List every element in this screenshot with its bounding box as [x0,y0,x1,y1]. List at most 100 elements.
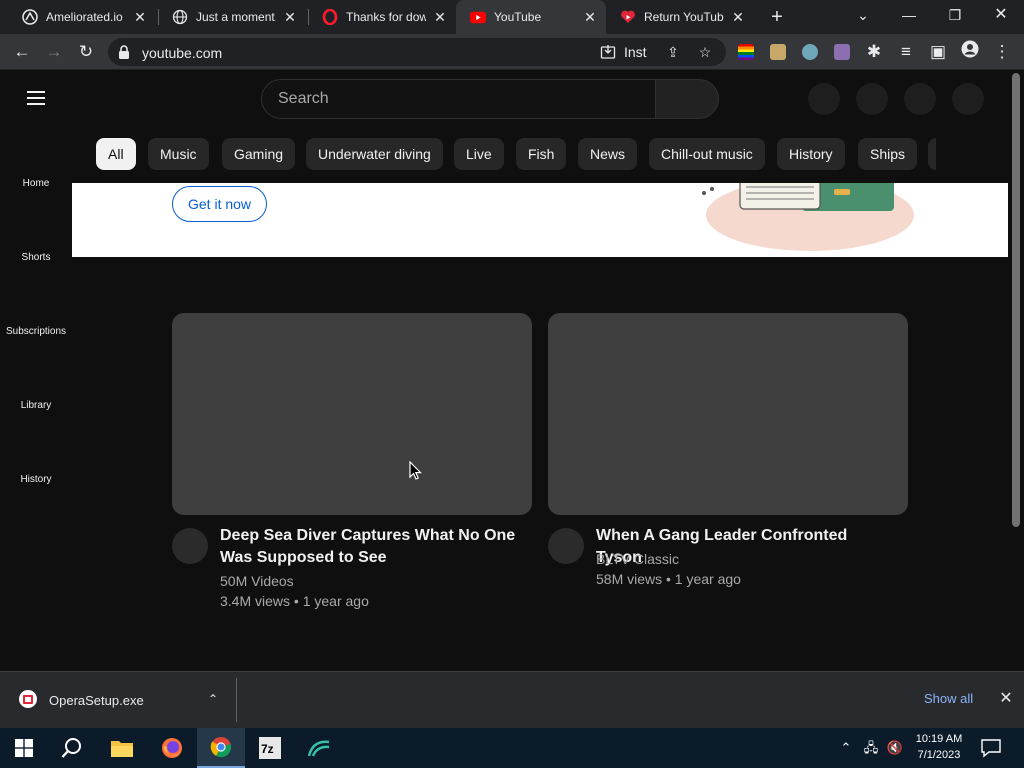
close-tab-icon[interactable]: ✕ [582,9,598,25]
channel-name[interactable]: 50M Videos [220,571,294,591]
search-button[interactable] [655,79,719,119]
cat-extension-icon[interactable] [802,44,818,60]
windows-logo-icon [15,739,33,757]
folder-icon [111,741,133,757]
tab-title: Just a moment... [196,10,276,24]
volume-muted-icon[interactable]: 🔇 [884,728,906,768]
account-avatar[interactable] [952,83,984,115]
chip-history[interactable]: History [777,138,845,170]
network-icon[interactable]: 🖧 [860,728,882,768]
close-shelf-icon[interactable]: ✕ [996,688,1016,710]
close-tab-icon[interactable]: ✕ [432,9,448,25]
chip-news[interactable]: News [578,138,638,170]
guide-menu-icon[interactable] [27,91,45,105]
page-scrollbar[interactable] [1012,73,1020,527]
video-title[interactable]: Deep Sea Diver Captures What No One Was … [220,525,520,569]
app-button[interactable] [295,728,343,768]
promo-banner: Get it now [72,183,1008,257]
extensions-puzzle-icon[interactable]: ✱ [862,40,886,64]
bookmark-star-icon[interactable]: ☆ [696,43,714,61]
opera-icon [322,9,338,25]
reload-button[interactable]: ↻ [74,40,98,64]
return-youtube-icon [620,9,636,25]
channel-avatar[interactable] [548,528,584,564]
search-input[interactable] [278,90,638,108]
chip-bar: All Music Gaming Underwater diving Live … [96,138,936,170]
nav-shorts[interactable]: Shorts [0,252,72,263]
profile-icon[interactable] [958,40,982,64]
new-tab-button[interactable]: + [766,6,788,28]
chip-fish[interactable]: Fish [516,138,567,170]
pride-extension-icon[interactable] [738,44,754,60]
tab-return-youtube[interactable]: Return YouTube ✕ [606,0,754,34]
address-bar[interactable]: youtube.com Inst ⇪ ☆ [108,38,726,66]
7zip-button[interactable]: 7z [246,728,294,768]
close-tab-icon[interactable]: ✕ [282,9,298,25]
chip-underwater-diving[interactable]: Underwater diving [306,138,443,170]
show-hidden-icons-chevron-icon[interactable]: ⌃ [836,728,856,768]
nav-history[interactable]: History [0,474,72,485]
doge-extension-icon[interactable] [770,44,786,60]
nav-subscriptions[interactable]: Subscriptions [0,326,72,337]
tab-ameliorated[interactable]: Ameliorated.io ✕ [8,0,156,34]
windows-taskbar: 7z ⌃ 🖧 🔇 10:19 AM 7/1/2023 [0,728,1024,768]
back-button[interactable]: ← [10,40,34,64]
chip-gaming[interactable]: Gaming [222,138,296,170]
svg-text:7z: 7z [261,742,274,756]
side-panel-icon[interactable]: ▣ [926,40,950,64]
search-icon [61,738,81,758]
install-app-button[interactable]: Inst [600,43,662,61]
chip-live[interactable]: Live [454,138,504,170]
search-box[interactable] [261,79,656,119]
search-taskbar-button[interactable] [48,728,96,768]
firefox-button[interactable] [148,728,196,768]
tab-strip: Ameliorated.io ✕ Just a moment... ✕ Than… [0,0,1024,34]
start-button[interactable] [0,728,48,768]
apps-button[interactable] [856,83,888,115]
extension-icon[interactable] [834,44,850,60]
chip-chill-out-music[interactable]: Chill-out music [649,138,765,170]
action-center-icon[interactable] [980,738,1002,758]
tab-thanks-for-downloading[interactable]: Thanks for downloading ✕ [308,0,456,34]
file-explorer-button[interactable] [98,728,146,768]
forward-button[interactable]: → [42,40,66,64]
close-window-button[interactable]: ✕ [978,0,1024,30]
video-thumbnail[interactable] [172,313,532,515]
chip-ships[interactable]: Ships [858,138,918,170]
share-icon[interactable]: ⇪ [664,43,682,61]
minimize-button[interactable]: — [886,0,932,30]
mouse-cursor-icon [409,461,422,480]
media-control-icon[interactable]: ≡ [894,40,918,64]
create-button[interactable] [808,83,840,115]
clock-date: 7/1/2023 [917,749,961,761]
restore-button[interactable]: ❐ [932,0,978,30]
channel-avatar[interactable] [172,528,208,564]
close-tab-icon[interactable]: ✕ [730,9,746,25]
chrome-button[interactable] [197,728,245,768]
tab-title: YouTube [494,10,542,24]
channel-name[interactable]: BLTV Classic [596,549,679,569]
video-metadata: 58M views • 1 year ago [596,571,741,587]
browser-menu-icon[interactable]: ⋮ [990,40,1014,64]
tab-youtube[interactable]: YouTube ✕ [456,0,606,34]
nav-home[interactable]: Home [0,178,72,189]
chip-all[interactable]: All [96,138,136,170]
chip-music[interactable]: Music [148,138,209,170]
firefox-icon [162,738,182,758]
chrome-icon [210,737,232,758]
nav-library[interactable]: Library [0,400,72,411]
tab-search-chevron-icon[interactable]: ⌄ [840,0,886,30]
tab-just-a-moment[interactable]: Just a moment... ✕ [158,0,306,34]
download-filename[interactable]: OperaSetup.exe [49,693,144,708]
chevron-up-icon[interactable]: ⌃ [204,688,222,710]
url-text: youtube.com [142,45,223,61]
close-tab-icon[interactable]: ✕ [132,9,148,25]
notifications-button[interactable] [904,83,936,115]
video-thumbnail[interactable] [548,313,908,515]
globe-icon [172,9,188,25]
chip-partial[interactable] [928,138,936,170]
show-all-button[interactable]: Show all [924,691,973,706]
install-icon [600,45,616,59]
system-clock[interactable]: 10:19 AM 7/1/2023 [906,731,972,763]
get-it-now-button[interactable]: Get it now [172,186,268,222]
